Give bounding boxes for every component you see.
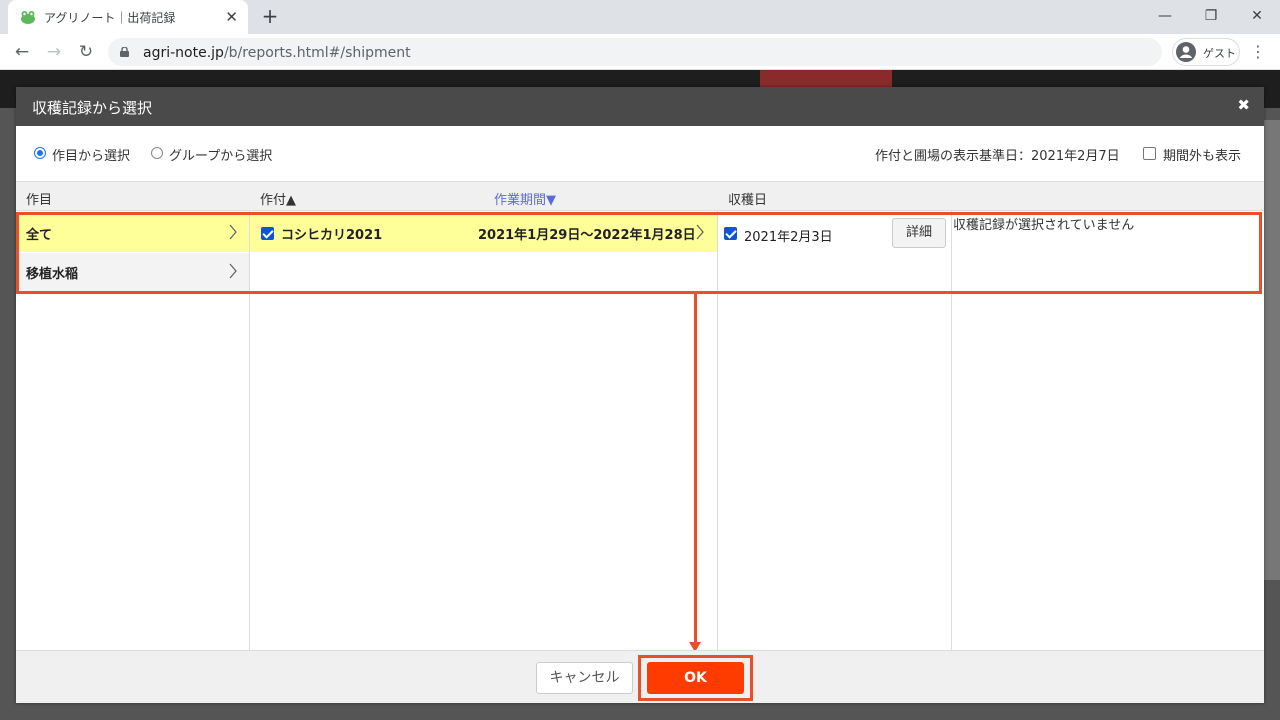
ok-button[interactable]: OK — [647, 662, 744, 694]
url-text: agri-note.jp/b/reports.html#/shipment — [143, 45, 411, 61]
base-date-text: 作付と圃場の表示基準日：2021年2月7日 — [875, 149, 1120, 164]
show-out-of-period-checkbox[interactable] — [1143, 147, 1156, 160]
tab-close-icon[interactable]: ✕ — [225, 7, 238, 27]
profile-button[interactable]: ゲスト — [1172, 38, 1240, 66]
reload-icon[interactable]: ↻ — [74, 40, 98, 64]
window-close-icon[interactable]: ✕ — [1234, 4, 1280, 28]
options-bar: 作目から選択 グループから選択 作付と圃場の表示基準日：2021年2月7日 期間… — [16, 126, 1264, 181]
column-header-harvest-date: 収穫日 — [728, 193, 768, 208]
modal-footer: キャンセル OK — [16, 650, 1264, 703]
url-host: agri-note.jp — [143, 45, 224, 61]
column-header-row: 作目 作付▲ 作業期間▼ 収穫日 — [16, 181, 1264, 211]
url-path: /b/reports.html#/shipment — [223, 45, 411, 61]
page-side-strip — [1264, 120, 1280, 580]
annotation-arrow-line — [694, 294, 697, 646]
browser-tabstrip: アグリノート｜出荷記録 ✕ + — ❐ ✕ — [0, 0, 1280, 34]
harvest-select-modal: 収穫記録から選択 ✖ 作目から選択 グループから選択 作付と圃場の表示基準日：2… — [16, 87, 1264, 703]
forward-icon[interactable]: → — [42, 40, 66, 64]
column-header-work-period-sort[interactable]: 作業期間▼ — [494, 189, 556, 208]
annotation-highlight-box — [16, 212, 1262, 294]
back-icon[interactable]: ← — [10, 40, 34, 64]
modal-header: 収穫記録から選択 ✖ — [16, 87, 1264, 126]
modal-title: 収穫記録から選択 — [32, 99, 153, 117]
address-bar[interactable]: agri-note.jp/b/reports.html#/shipment — [108, 38, 1162, 66]
radio-by-crop-label[interactable]: 作目から選択 — [52, 145, 130, 164]
browser-toolbar: ← → ↻ agri-note.jp/b/reports.html#/shipm… — [0, 34, 1280, 70]
cancel-button[interactable]: キャンセル — [536, 662, 633, 694]
show-out-of-period-label[interactable]: 期間外も表示 — [1163, 145, 1241, 164]
radio-by-crop[interactable] — [34, 147, 46, 159]
lock-icon — [120, 47, 129, 57]
minimize-icon[interactable]: — — [1142, 4, 1188, 28]
frog-favicon-icon — [21, 11, 35, 24]
modal-close-icon[interactable]: ✖ — [1237, 96, 1250, 114]
restore-icon[interactable]: ❐ — [1188, 4, 1234, 28]
new-tab-button[interactable]: + — [258, 4, 282, 28]
column-header-planting-sort[interactable]: 作付▲ — [260, 189, 296, 208]
radio-by-group[interactable] — [151, 147, 163, 159]
browser-menu-icon[interactable]: ⋮ — [1250, 40, 1266, 64]
profile-label: ゲスト — [1203, 47, 1236, 60]
tab-title: アグリノート｜出荷記録 — [44, 11, 176, 25]
user-avatar-icon — [1176, 42, 1196, 62]
browser-tab[interactable]: アグリノート｜出荷記録 ✕ — [8, 0, 248, 34]
column-header-crop: 作目 — [26, 193, 53, 208]
radio-by-group-label[interactable]: グループから選択 — [169, 145, 272, 164]
